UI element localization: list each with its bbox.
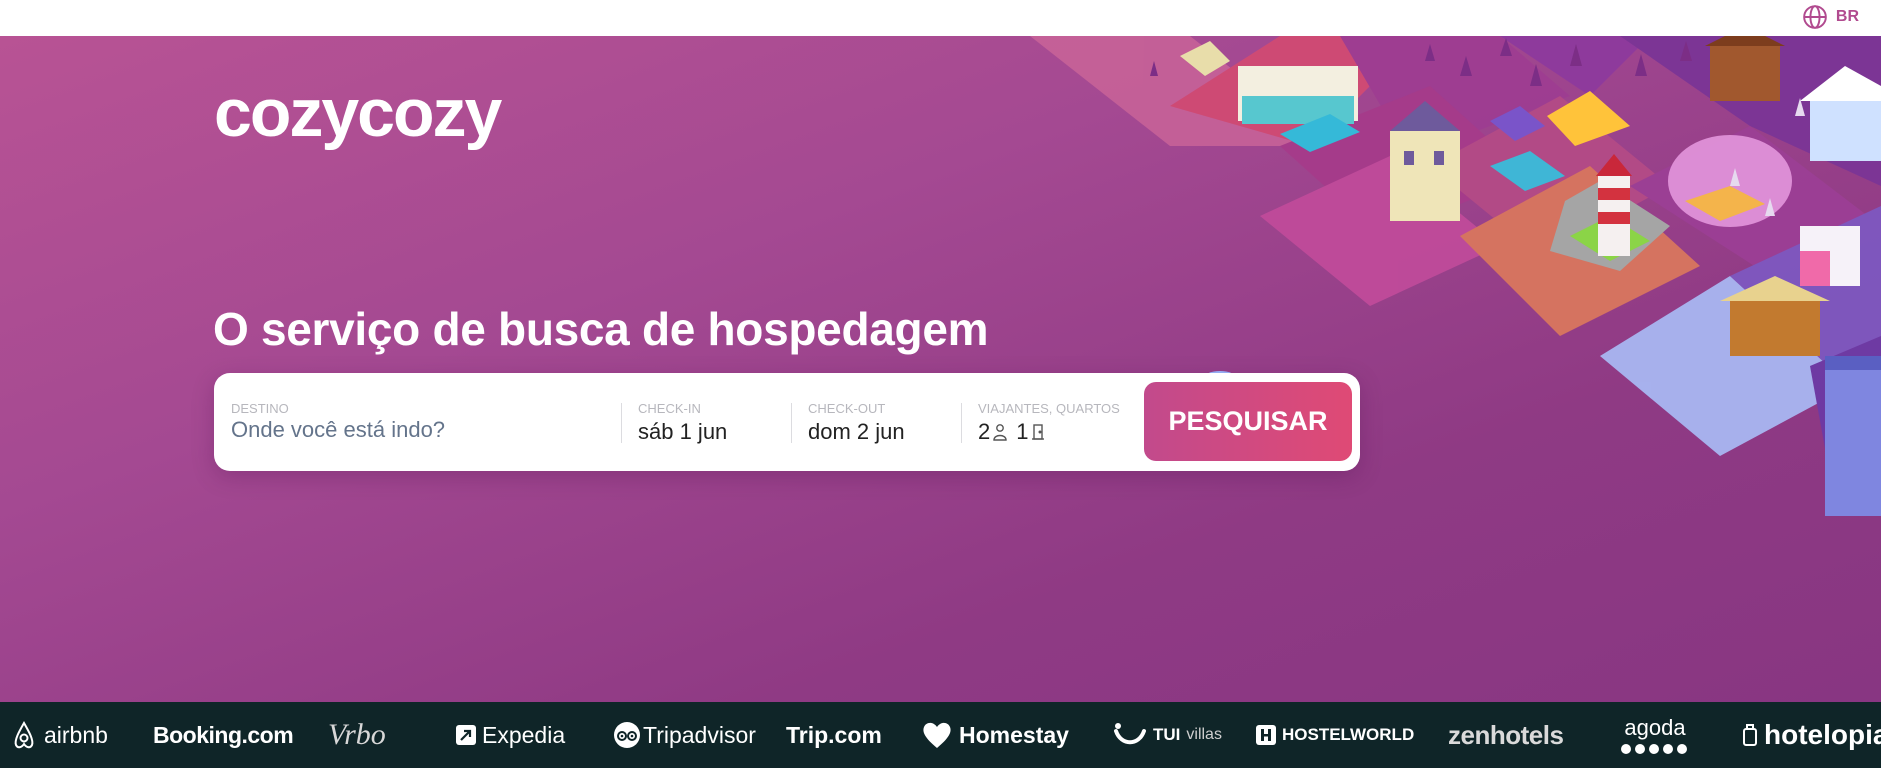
- destination-field[interactable]: DESTINO: [231, 373, 611, 471]
- partner-airbnb[interactable]: airbnb: [10, 702, 108, 768]
- partner-homestay[interactable]: Homestay: [921, 702, 1069, 768]
- partner-tripadvisor[interactable]: Tripadvisor: [613, 702, 756, 768]
- partner-name: TUI: [1153, 725, 1181, 744]
- top-bar: BR: [0, 0, 1881, 36]
- agoda-dots-icon: [1621, 744, 1687, 754]
- guests-rooms-value: 2 1: [978, 419, 1045, 445]
- checkout-value: dom 2 jun: [808, 419, 905, 444]
- guests-rooms-label: VIAJANTES, QUARTOS: [978, 401, 1120, 416]
- divider: [961, 403, 962, 443]
- partner-name: Trip.com: [786, 721, 882, 748]
- partner-expedia[interactable]: Expedia: [456, 702, 565, 768]
- search-button[interactable]: PESQUISAR: [1144, 382, 1352, 461]
- tui-smile-icon: [1114, 723, 1146, 745]
- partner-name: zenhotels: [1448, 719, 1564, 750]
- divider: [791, 403, 792, 443]
- partner-name: Tripadvisor: [643, 721, 756, 748]
- partner-name: Vrbo: [328, 718, 386, 751]
- partner-name: HOSTELWORLD: [1282, 725, 1415, 744]
- checkin-field[interactable]: CHECK-IN sáb 1 jun: [638, 373, 788, 471]
- destination-label: DESTINO: [231, 401, 289, 416]
- partner-name: Booking.com: [153, 721, 294, 748]
- door-icon: [1031, 424, 1044, 440]
- globe-icon: [1803, 5, 1827, 29]
- checkin-value: sáb 1 jun: [638, 419, 728, 444]
- checkout-label: CHECK-OUT: [808, 401, 886, 416]
- travelers-count: 2: [978, 419, 991, 444]
- destination-input[interactable]: [231, 417, 581, 443]
- partner-name: Expedia: [482, 721, 566, 748]
- partner-vrbo[interactable]: Vrbo: [328, 702, 386, 768]
- partner-agoda[interactable]: agoda: [1620, 702, 1690, 768]
- tripadvisor-icon: [614, 722, 640, 748]
- checkout-field[interactable]: CHECK-OUT dom 2 jun: [808, 373, 958, 471]
- guests-rooms-field[interactable]: VIAJANTES, QUARTOS 2 1: [978, 373, 1138, 471]
- page-title: O serviço de busca de hospedagem: [213, 303, 989, 355]
- partner-booking[interactable]: Booking.com: [153, 702, 294, 768]
- partner-hotelopia[interactable]: hotelopia: [1742, 702, 1881, 768]
- partner-name: agoda: [1624, 715, 1686, 740]
- checkin-label: CHECK-IN: [638, 401, 701, 416]
- partner-name: airbnb: [44, 721, 108, 748]
- partner-zenhotels[interactable]: zenhotels: [1448, 702, 1564, 768]
- person-icon: [993, 424, 1007, 441]
- partner-tui-villas[interactable]: TUI villas: [1113, 702, 1222, 768]
- divider: [621, 403, 622, 443]
- partner-name: Homestay: [959, 721, 1069, 748]
- partners-bar: airbnb Booking.com Vrbo Expedia Tripadvi…: [0, 702, 1881, 768]
- logo-text: cozycozy: [214, 78, 503, 151]
- language-code: BR: [1835, 8, 1859, 25]
- hostelworld-icon: [1256, 725, 1276, 745]
- partner-suffix: villas: [1186, 726, 1222, 743]
- hero-section: cozycozy O serviço de busca de hospedage…: [0, 36, 1881, 702]
- partner-tripcom[interactable]: Trip.com: [786, 702, 882, 768]
- heart-icon: [923, 722, 951, 748]
- search-form: DESTINO CHECK-IN sáb 1 jun CHECK-OUT dom…: [214, 373, 1360, 471]
- partner-hostelworld[interactable]: HOSTELWORLD: [1256, 702, 1414, 768]
- luggage-icon: [1743, 724, 1757, 746]
- expedia-icon: [456, 725, 476, 745]
- cozycozy-logo[interactable]: cozycozy: [214, 78, 549, 158]
- rooms-count: 1: [1016, 419, 1029, 444]
- airbnb-icon: [14, 720, 34, 749]
- partner-name: hotelopia: [1764, 719, 1881, 750]
- language-selector[interactable]: BR: [1802, 4, 1859, 30]
